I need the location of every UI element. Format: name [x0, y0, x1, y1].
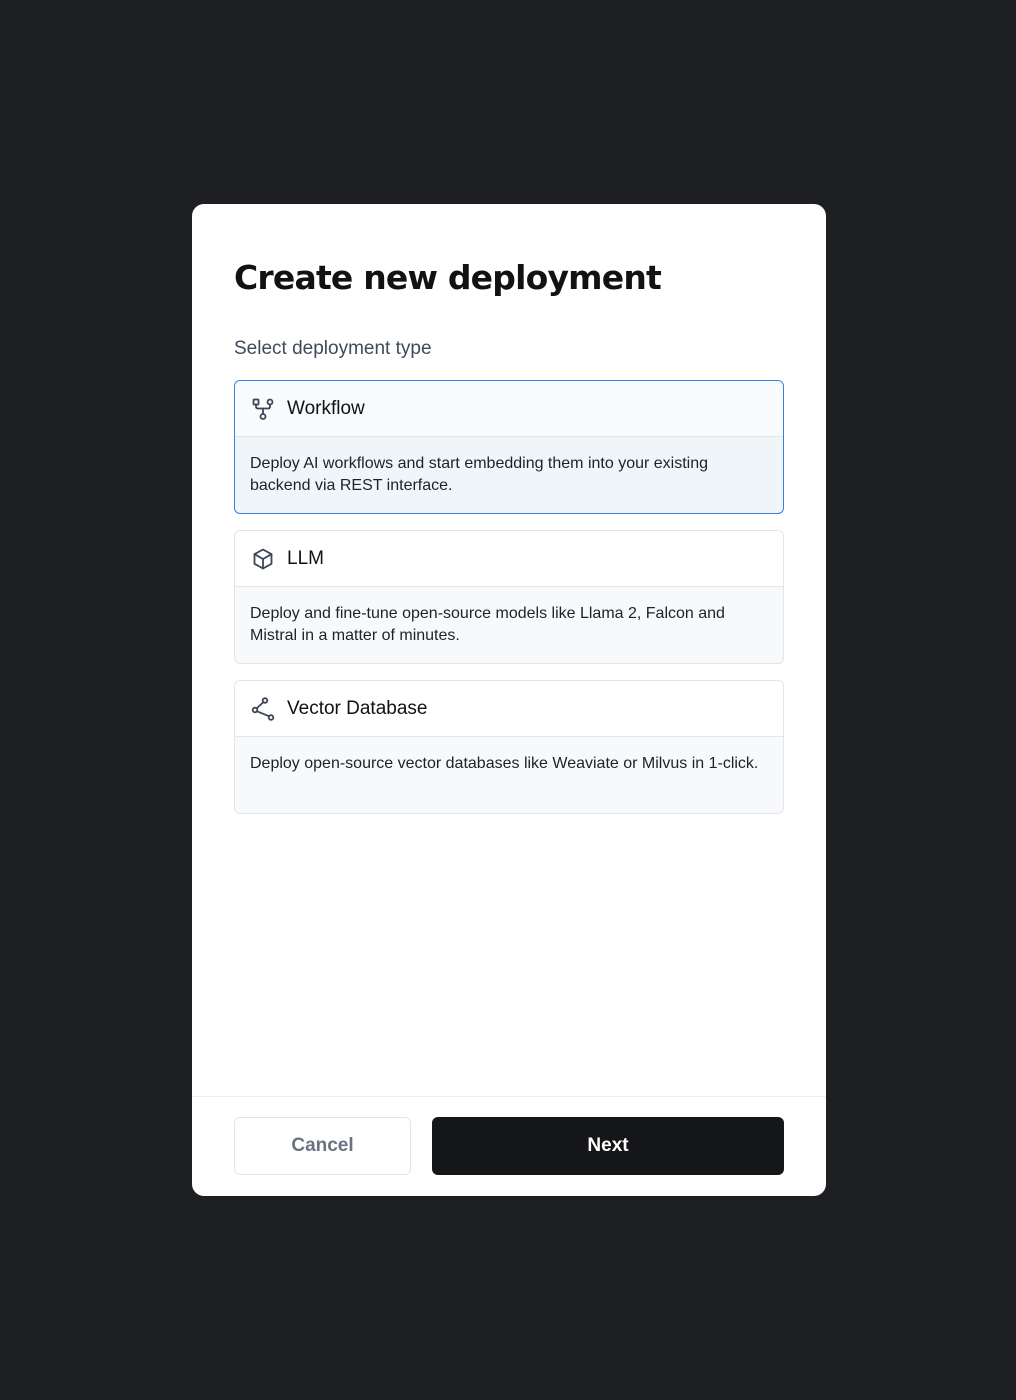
option-header: Vector Database	[235, 681, 783, 737]
option-description: Deploy AI workflows and start embedding …	[250, 455, 709, 494]
create-deployment-dialog: Create new deployment Select deployment …	[192, 204, 826, 1196]
option-header: Workflow	[235, 381, 783, 437]
option-title: LLM	[287, 547, 324, 569]
option-workflow[interactable]: Workflow Deploy AI workflows and start e…	[234, 380, 784, 514]
share-nodes-icon	[251, 696, 275, 721]
cube-icon	[251, 547, 275, 571]
option-title: Vector Database	[287, 697, 428, 719]
option-vector-database[interactable]: Vector Database Deploy open-source vecto…	[234, 680, 784, 814]
workflow-icon	[251, 397, 275, 421]
option-title: Workflow	[287, 397, 365, 419]
dialog-footer: Cancel Next	[192, 1096, 826, 1196]
option-description: Deploy and fine-tune open-source models …	[250, 605, 725, 644]
dialog-title: Create new deployment	[234, 258, 662, 297]
next-button[interactable]: Next	[432, 1117, 784, 1175]
option-header: LLM	[235, 531, 783, 587]
deployment-type-options: Workflow Deploy AI workflows and start e…	[234, 380, 784, 830]
section-label: Select deployment type	[234, 338, 432, 359]
option-llm[interactable]: LLM Deploy and fine-tune open-source mod…	[234, 530, 784, 664]
option-description: Deploy open-source vector databases like…	[250, 755, 759, 772]
cancel-button[interactable]: Cancel	[234, 1117, 411, 1175]
